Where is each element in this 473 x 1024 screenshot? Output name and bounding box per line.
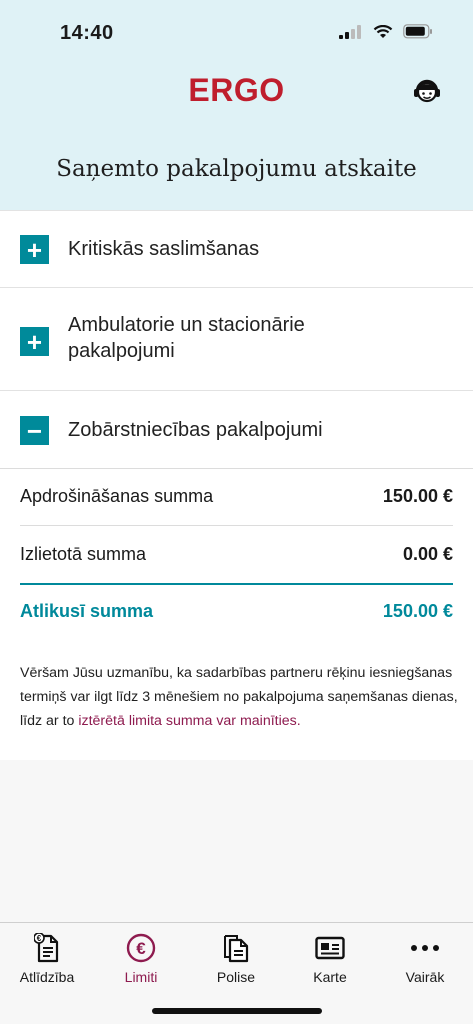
used-sum-label: Izlietotā summa	[20, 543, 147, 564]
collapse-minus-icon[interactable]: −	[20, 416, 49, 445]
insured-sum-value: 150.00 €	[382, 485, 453, 506]
accordion-label: Zobārstniecības pakalpojumi	[68, 419, 323, 441]
accordion-label: Ambulatorie un stacionārie pakalpojumi	[68, 314, 305, 362]
id-card-icon	[315, 936, 345, 960]
accordion-critical-illness[interactable]: + Kritiskās saslimšanas	[0, 211, 473, 288]
svg-text:€: €	[37, 934, 42, 943]
more-dots-icon	[411, 945, 439, 951]
notice-text: Vēršam Jūsu uzmanību, ka sadarbības part…	[20, 661, 460, 733]
euro-circle-icon: €	[126, 933, 156, 963]
home-indicator[interactable]	[152, 1008, 322, 1014]
tab-limits[interactable]: € Limiti	[94, 931, 188, 985]
remaining-sum-label: Atlikusī summa	[20, 600, 154, 621]
header: 14:40 ERGO Saņemto pakalpojumu atskaite	[0, 0, 473, 210]
expand-plus-icon[interactable]: +	[20, 235, 49, 264]
limits-content: + Kritiskās saslimšanas + Ambulatorie un…	[0, 210, 473, 760]
accordion-outpatient-inpatient[interactable]: + Ambulatorie un stacionārie pakalpojumi	[0, 288, 473, 391]
used-sum-value: 0.00 €	[402, 543, 453, 564]
tab-label: Polise	[216, 969, 256, 985]
insured-sum-label: Apdrošināšanas summa	[20, 485, 214, 506]
tab-more[interactable]: Vairāk	[378, 931, 472, 985]
wifi-icon	[373, 24, 393, 38]
accordion-dental[interactable]: − Zobārstniecības pakalpojumi	[0, 391, 473, 469]
remaining-sum-value: 150.00 €	[382, 600, 453, 621]
svg-text:€: €	[136, 939, 146, 958]
notice-link[interactable]: iztērētā limita summa var mainīties.	[78, 713, 300, 729]
status-bar: 14:40	[0, 0, 473, 66]
insured-sum-row: Apdrošināšanas summa 150.00 €	[20, 467, 453, 525]
tab-label: Atlīdzība	[19, 969, 75, 985]
tab-label: Limiti	[124, 969, 158, 985]
remaining-sum-row: Atlikusī summa 150.00 €	[20, 582, 453, 640]
ergo-logo: ERGO	[188, 72, 285, 108]
policy-documents-icon	[224, 935, 249, 963]
cellular-signal-icon	[339, 24, 361, 39]
customer-support-icon[interactable]	[411, 74, 443, 106]
tab-claims[interactable]: € Atlīdzība	[0, 931, 94, 985]
tab-label: Karte	[313, 969, 347, 985]
expand-plus-icon[interactable]: +	[20, 327, 49, 356]
tab-policy[interactable]: Polise	[189, 931, 283, 985]
accordion-label: Kritiskās saslimšanas	[68, 238, 260, 260]
status-time: 14:40	[60, 22, 114, 44]
tab-label: Vairāk	[405, 969, 445, 985]
tab-card[interactable]: Karte	[283, 931, 377, 985]
used-sum-row: Izlietotā summa 0.00 €	[20, 525, 453, 583]
status-icons	[339, 24, 433, 39]
page-title: Saņemto pakalpojumu atskaite	[56, 156, 417, 182]
battery-icon	[403, 24, 432, 39]
claim-document-icon: €	[34, 933, 59, 963]
